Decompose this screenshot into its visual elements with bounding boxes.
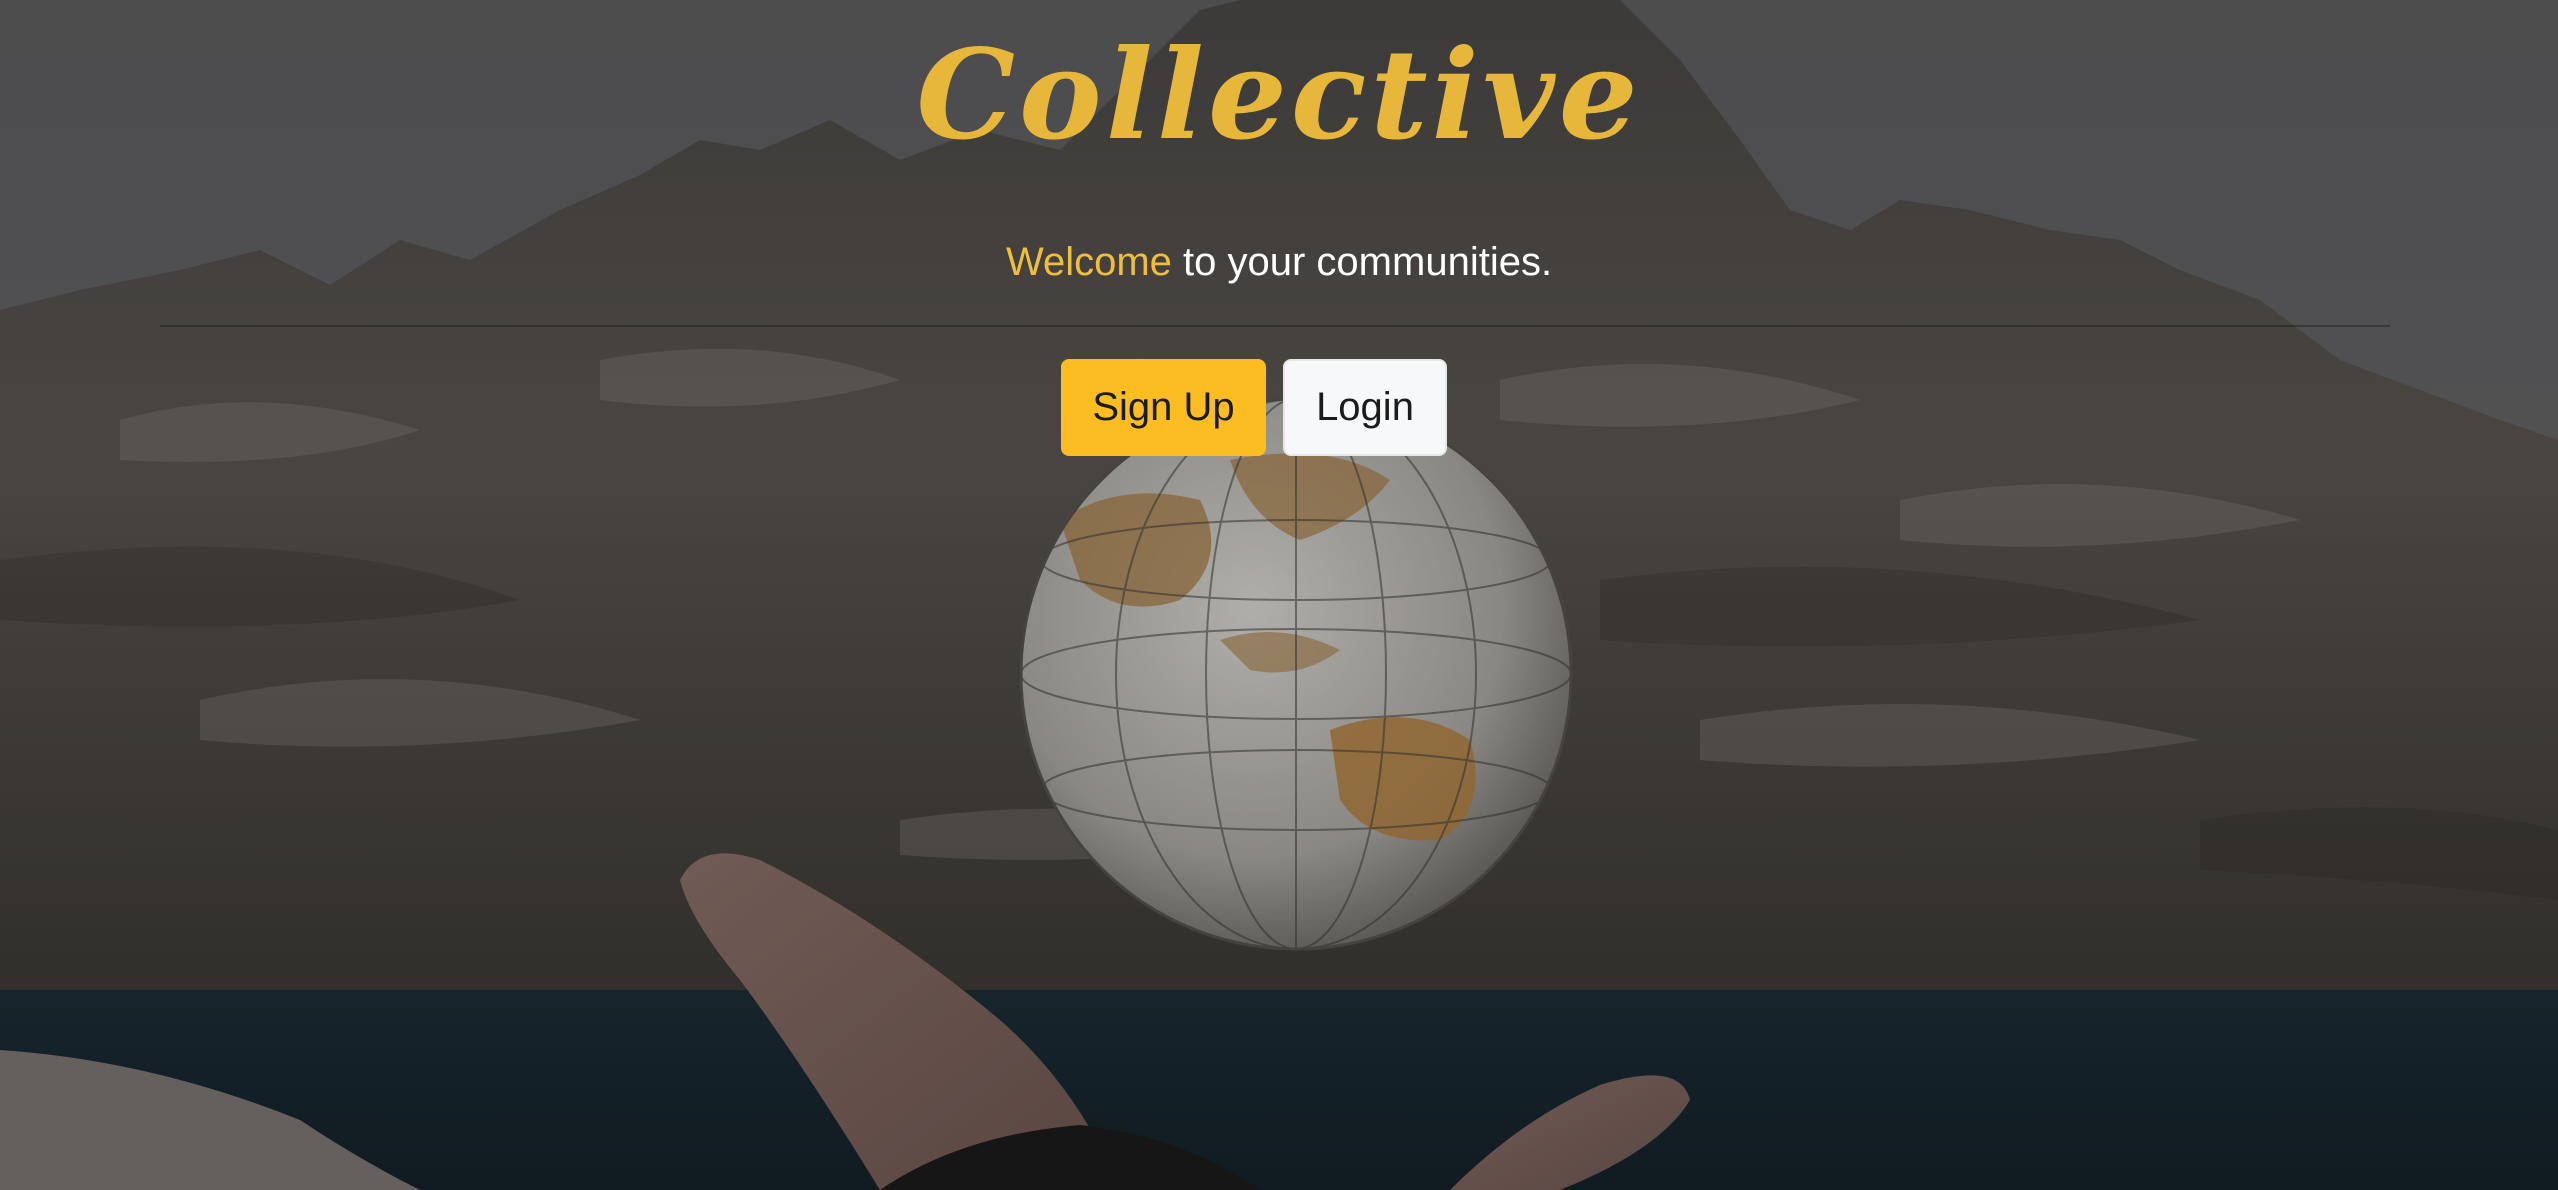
action-buttons: Sign Up Login (0, 359, 2533, 456)
brand-logo: Collective (916, 23, 1642, 168)
welcome-text: to your communities. (1171, 240, 1553, 284)
divider (160, 325, 2390, 327)
welcome-message: Welcome to your communities. (0, 238, 2558, 286)
login-button[interactable]: Login (1283, 359, 1447, 456)
sign-up-button[interactable]: Sign Up (1061, 359, 1266, 456)
hero-content: Collective Welcome to your communities. … (0, 0, 2558, 1190)
hero-section: Collective Welcome to your communities. … (0, 0, 2558, 1190)
welcome-accent: Welcome (1005, 240, 1172, 284)
